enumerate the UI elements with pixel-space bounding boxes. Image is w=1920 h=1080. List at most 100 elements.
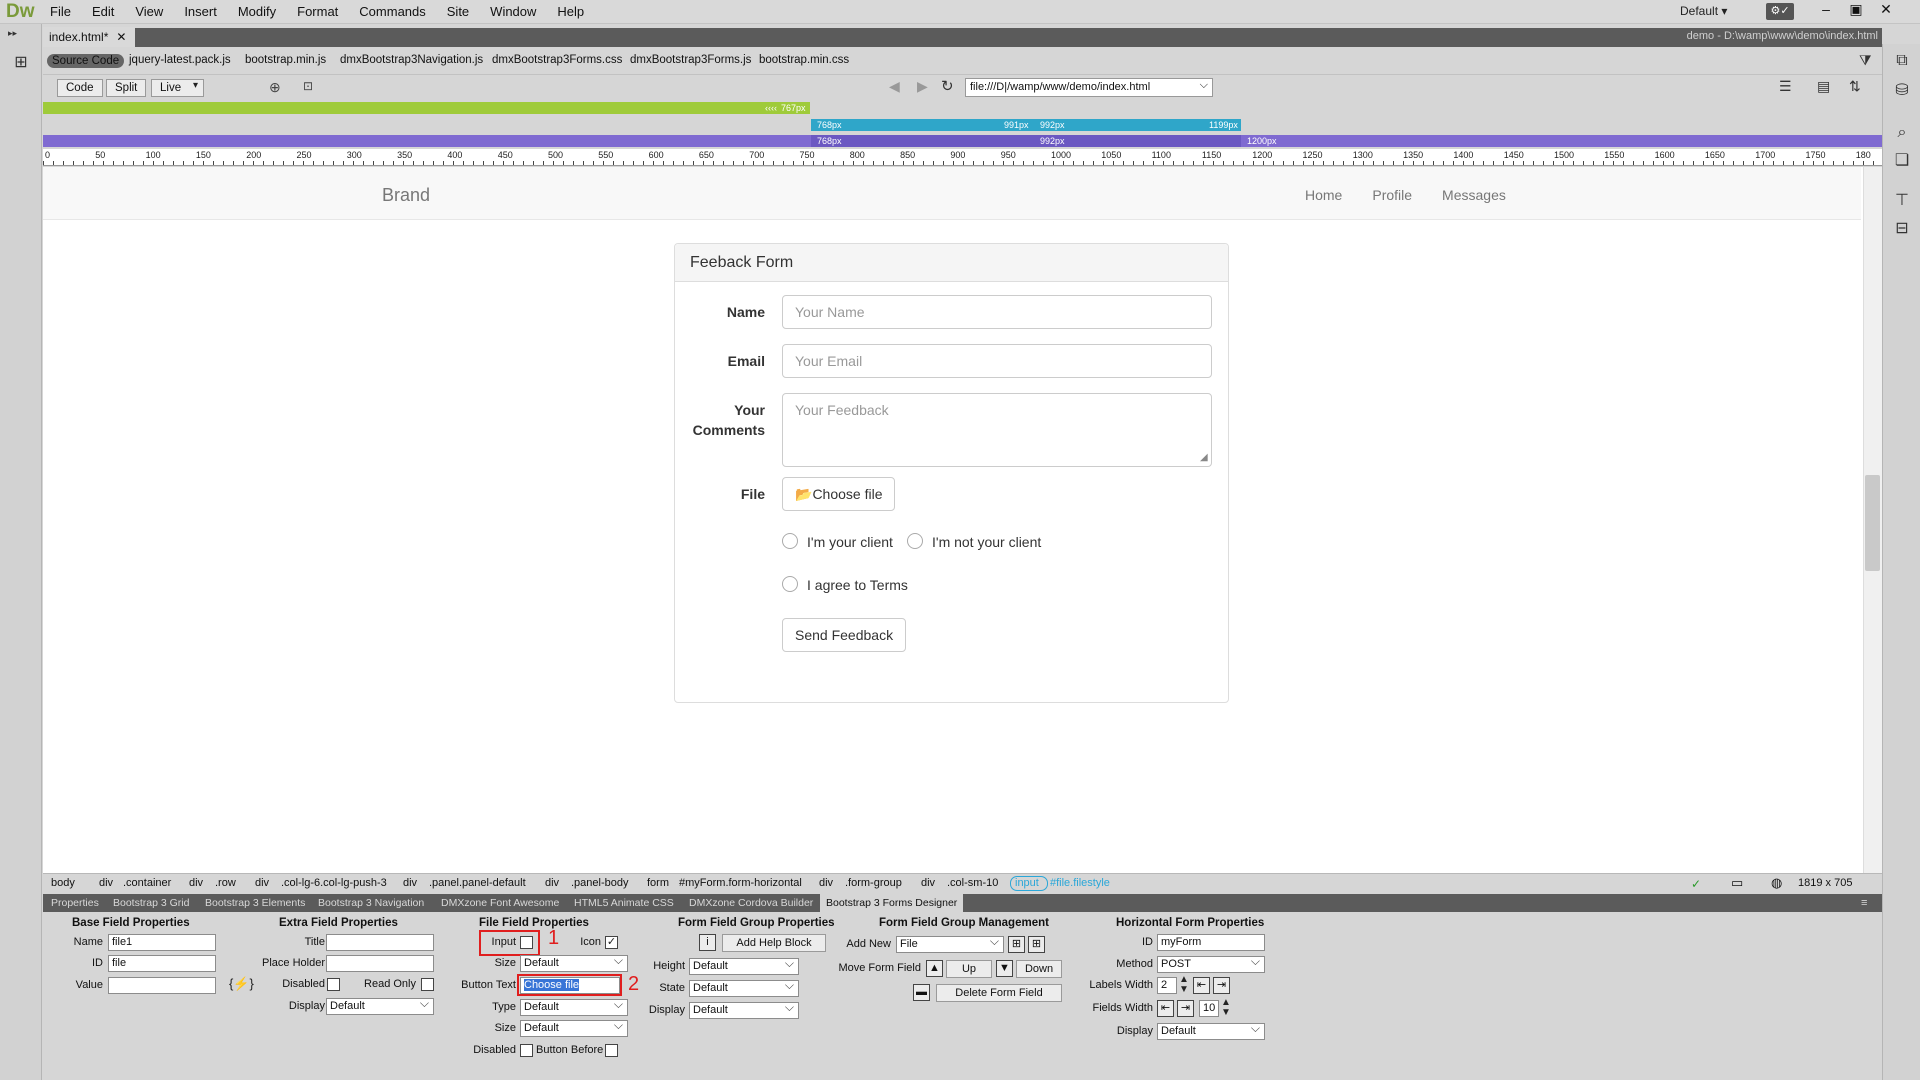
tag-body[interactable]: body (51, 877, 75, 889)
media-query-bar-min-768[interactable]: 768px 992px (811, 135, 1241, 147)
navbar-brand[interactable]: Brand (382, 185, 430, 206)
decrease-width-icon[interactable]: ⇤ (1193, 977, 1210, 994)
split-view-button[interactable]: Split (106, 79, 147, 97)
increase-width-icon[interactable]: ⇥ (1213, 977, 1230, 994)
move-down-button[interactable]: Down (1016, 960, 1062, 978)
menu-view[interactable]: View (135, 4, 163, 19)
back-icon[interactable]: ◀ (889, 78, 900, 95)
tag-div[interactable]: div (545, 877, 559, 889)
extra-readonly-checkbox[interactable] (421, 978, 434, 991)
tag-class[interactable]: .col-lg-6.col-lg-push-3 (281, 877, 387, 889)
close-window-icon[interactable]: ✕ (1872, 0, 1900, 20)
maximize-icon[interactable]: ▣ (1842, 0, 1870, 20)
fields-width-input[interactable]: 10 (1199, 1000, 1219, 1017)
tag-div[interactable]: div (819, 877, 833, 889)
menu-commands[interactable]: Commands (359, 4, 425, 19)
menu-window[interactable]: Window (490, 4, 536, 19)
group-height-select[interactable]: Default (689, 956, 799, 975)
menu-edit[interactable]: Edit (92, 4, 114, 19)
terms-checkbox[interactable] (782, 576, 798, 592)
search-icon[interactable]: ⌕ (1890, 122, 1914, 144)
add-after-icon[interactable]: ⊞ (1028, 936, 1045, 953)
extra-title-input[interactable] (326, 934, 434, 951)
nav-link-messages[interactable]: Messages (1442, 187, 1506, 203)
insert-panel-icon[interactable]: ⊞ (9, 52, 33, 74)
tag-class[interactable]: .panel.panel-default (429, 877, 526, 889)
related-file[interactable]: dmxBootstrap3Navigation.js (340, 54, 483, 66)
email-field[interactable]: Your Email (782, 344, 1212, 378)
related-file[interactable]: jquery-latest.pack.js (129, 54, 231, 66)
add-help-block-button[interactable]: Add Help Block (722, 934, 826, 952)
file-disabled-checkbox[interactable] (520, 1044, 533, 1057)
increase-fields-icon[interactable]: ⇥ (1177, 1000, 1194, 1017)
stepper-icon[interactable]: ▲ ▼ (1221, 998, 1231, 1018)
chevron-down-icon[interactable]: ▾ (193, 80, 198, 91)
delete-icon[interactable]: ▬ (913, 984, 930, 1001)
group-display-select[interactable]: Default (689, 1000, 799, 1019)
forward-icon[interactable]: ▶ (917, 78, 928, 95)
tab-animate-css[interactable]: HTML5 Animate CSS (574, 897, 674, 909)
css-designer-icon[interactable]: ⊟ (1890, 218, 1914, 240)
page-options-icon[interactable]: ▤ (1817, 78, 1830, 95)
decrease-fields-icon[interactable]: ⇤ (1157, 1000, 1174, 1017)
move-up-icon[interactable]: ▲ (926, 960, 943, 977)
tab-bootstrap-elements[interactable]: Bootstrap 3 Elements (205, 897, 305, 909)
extra-placeholder-input[interactable] (326, 955, 434, 972)
file-size-select[interactable]: Default (520, 953, 628, 972)
tag-class[interactable]: .container (123, 877, 171, 889)
radio-client[interactable] (782, 533, 798, 549)
file-button-before-checkbox[interactable] (605, 1044, 618, 1057)
expand-icon[interactable]: ▸▸ (8, 28, 17, 39)
related-file[interactable]: dmxBootstrap3Forms.js (630, 54, 751, 66)
resize-handle-icon[interactable]: ◢ (1200, 452, 1208, 463)
format-source-icon[interactable]: ☰ (1779, 78, 1792, 95)
tag-input-selected[interactable]: input (1015, 877, 1039, 889)
related-file[interactable]: dmxBootstrap3Forms.css (492, 54, 622, 66)
horizontal-display-select[interactable]: Default (1157, 1021, 1265, 1040)
radio-not-client[interactable] (907, 533, 923, 549)
dom-panel-icon[interactable]: ⊤ (1890, 190, 1914, 212)
close-icon[interactable]: ✕ (116, 30, 126, 44)
tag-id-selected[interactable]: #file.filestyle (1050, 877, 1110, 889)
menu-modify[interactable]: Modify (238, 4, 276, 19)
add-before-icon[interactable]: ⊞ (1008, 936, 1025, 953)
sync-settings-icon[interactable]: ⚙✓ (1766, 3, 1794, 20)
tag-div[interactable]: div (403, 877, 417, 889)
nav-link-profile[interactable]: Profile (1372, 187, 1412, 203)
menu-format[interactable]: Format (297, 4, 338, 19)
name-field[interactable]: Your Name (782, 295, 1212, 329)
tag-div[interactable]: div (189, 877, 203, 889)
send-feedback-button[interactable]: Send Feedback (782, 618, 907, 652)
file-type-select[interactable]: Default (520, 997, 628, 1016)
scrollbar-thumb[interactable] (1865, 475, 1880, 571)
tab-bootstrap-navigation[interactable]: Bootstrap 3 Navigation (318, 897, 424, 909)
stepper-icon[interactable]: ▲ ▼ (1179, 975, 1189, 995)
extra-disabled-checkbox[interactable] (327, 978, 340, 991)
tab-bootstrap-grid[interactable]: Bootstrap 3 Grid (113, 897, 189, 909)
tab-font-awesome[interactable]: DMXzone Font Awesome (441, 897, 559, 909)
menu-file[interactable]: File (50, 4, 71, 19)
related-file[interactable]: bootstrap.min.css (759, 54, 849, 66)
add-new-select[interactable]: File (896, 934, 1004, 953)
window-size[interactable]: 1819 x 705 (1798, 877, 1852, 889)
method-select[interactable]: POST (1157, 954, 1265, 973)
menu-help[interactable]: Help (557, 4, 584, 19)
choose-file-button[interactable]: 📂Choose file (782, 477, 896, 511)
workspace-switcher[interactable]: Default ▾ (1680, 4, 1727, 18)
base-name-input[interactable]: file1 (108, 934, 216, 951)
tab-forms-designer[interactable]: Bootstrap 3 Forms Designer (820, 894, 964, 912)
related-file-source-code[interactable]: Source Code (47, 54, 125, 68)
url-input[interactable]: file:///D|/wamp/www/demo/index.html ⌵ (965, 78, 1213, 97)
media-query-bar-768-1199[interactable]: 768px 991px 992px 1199px (811, 119, 1241, 131)
tag-id[interactable]: #myForm.form-horizontal (679, 877, 802, 889)
comments-textarea[interactable]: Your Feedback (782, 393, 1212, 467)
extra-display-select[interactable]: Default (326, 996, 434, 1015)
horizontal-id-input[interactable]: myForm (1157, 934, 1265, 951)
tag-div[interactable]: div (255, 877, 269, 889)
filter-icon[interactable]: ⧩ (1859, 52, 1872, 69)
tag-class[interactable]: .panel-body (571, 877, 629, 889)
labels-width-input[interactable]: 2 (1157, 977, 1177, 994)
media-query-bar-max-767[interactable]: ‹‹‹‹ 767px (43, 102, 810, 114)
tag-div[interactable]: div (99, 877, 113, 889)
tag-class[interactable]: .form-group (845, 877, 902, 889)
